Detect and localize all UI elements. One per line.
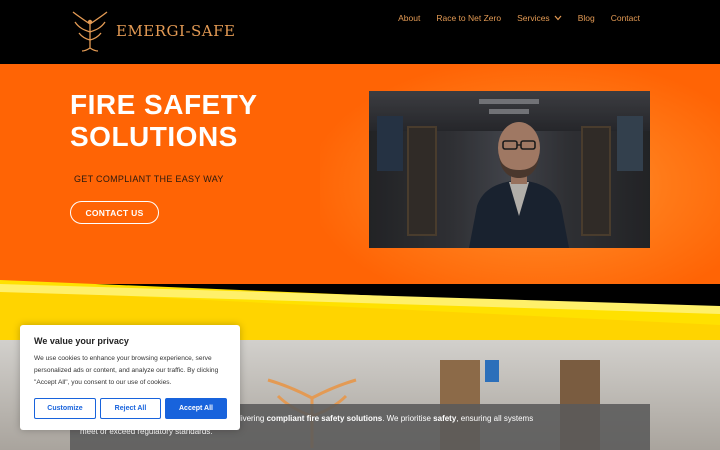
nav-about[interactable]: About — [398, 13, 420, 23]
video-overlay — [369, 91, 650, 248]
intro-text-3: , ensuring all systems — [456, 414, 534, 423]
nav-services[interactable]: Services — [517, 13, 562, 23]
accept-all-button[interactable]: Accept All — [165, 398, 227, 419]
nav-race-to-net-zero[interactable]: Race to Net Zero — [436, 13, 501, 23]
intro-text-2: . We prioritise — [382, 414, 434, 423]
reject-all-button[interactable]: Reject All — [100, 398, 161, 419]
hero-subtitle: GET COMPLIANT THE EASY WAY — [74, 174, 224, 184]
hero-video[interactable] — [369, 91, 650, 248]
main-nav: About Race to Net Zero Services Blog Con… — [398, 13, 640, 23]
cookie-consent-banner: We value your privacy We use cookies to … — [20, 325, 240, 430]
hero-title: FIRE SAFETY SOLUTIONS — [70, 89, 258, 152]
chevron-down-icon — [554, 15, 562, 21]
nav-race-label: Race to Net Zero — [436, 13, 502, 23]
hero-section: FIRE SAFETY SOLUTIONS GET COMPLIANT THE … — [0, 64, 720, 284]
nav-blog-label: Blog — [577, 13, 595, 23]
site-header: EMERGI-SAFE About Race to Net Zero Servi… — [0, 0, 720, 64]
brand-name: EMERGI-SAFE — [116, 22, 236, 40]
cookie-title: We value your privacy — [34, 336, 129, 346]
nav-contact-label: Contact — [610, 13, 640, 23]
brand-logo[interactable]: EMERGI-SAFE — [70, 10, 236, 52]
nav-about-label: About — [398, 13, 421, 23]
customize-button[interactable]: Customize — [34, 398, 96, 419]
nav-services-label: Services — [517, 13, 550, 23]
contact-us-button[interactable]: CONTACT US — [70, 201, 159, 224]
cookie-description: We use cookies to enhance your browsing … — [34, 355, 219, 386]
intro-bold-1: compliant fire safety solutions — [266, 414, 383, 423]
phoenix-logo-icon — [72, 11, 108, 52]
wall-sign — [485, 360, 499, 382]
nav-blog[interactable]: Blog — [578, 13, 595, 23]
nav-contact[interactable]: Contact — [611, 13, 640, 23]
intro-bold-2: safety — [433, 414, 457, 423]
